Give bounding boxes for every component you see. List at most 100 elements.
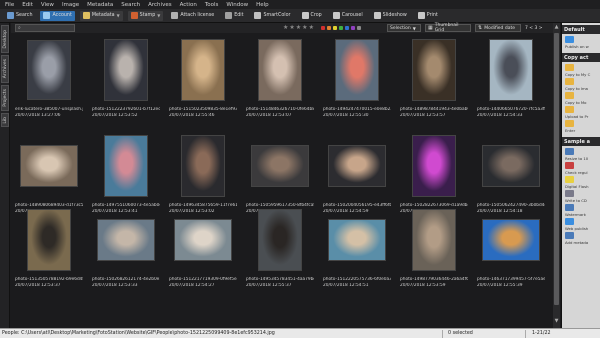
thumbnail-item[interactable]: photo-1512217719309-0f9ef5e3a1f720/07/20…	[169, 204, 237, 298]
action-item[interactable]: Write to CD	[565, 190, 599, 204]
thumbnail-frame[interactable]	[323, 204, 391, 276]
color-label-purple[interactable]	[351, 26, 355, 30]
menu-item-tools[interactable]: Tools	[205, 2, 219, 8]
scroll-down-icon[interactable]: ▼	[554, 319, 559, 324]
star-icon[interactable]: ★	[309, 24, 314, 31]
thumbnail-frame[interactable]	[15, 130, 83, 202]
smartcolor-button[interactable]: SmartColor	[251, 11, 293, 21]
thumbnail-image[interactable]	[335, 39, 379, 101]
star-icon[interactable]: ★	[302, 24, 307, 31]
thumbnail-item[interactable]: photo-1515023509835-8e1ef932f51a20/07/20…	[169, 34, 237, 128]
menu-item-window[interactable]: Window	[226, 2, 248, 8]
stamp-button[interactable]: Stamp ▼	[127, 10, 164, 21]
thumbnail-image[interactable]	[412, 209, 456, 271]
thumbnail-image[interactable]	[482, 219, 540, 261]
thumbnail-item[interactable]: photo-1495345783451-4aa79bc0ff5220/07/20…	[246, 204, 314, 298]
color-label-yellow[interactable]	[333, 26, 337, 30]
star-icon[interactable]: ★	[296, 24, 301, 31]
menu-item-edit[interactable]: Edit	[22, 2, 33, 8]
thumbnail-item[interactable]: photo-1513505788192-b9e6d4f8a7c020/07/20…	[15, 204, 83, 298]
action-item[interactable]: Resize to 10	[565, 148, 599, 162]
thumbnail-image[interactable]	[412, 135, 456, 197]
thumbnail-frame[interactable]	[92, 204, 160, 276]
thumbnail-item[interactable]: photo-1502682612174-4e2b0e1b7aa820/07/20…	[92, 204, 160, 298]
thumbnail-image[interactable]	[258, 39, 302, 101]
star-rating-filter[interactable]: ★ ★ ★ ★ ★	[283, 24, 314, 31]
action-item[interactable]: Copy to Mo	[565, 92, 599, 106]
thumbnail-item[interactable]: photo-1489878441943-4e0bab69f0a820/07/20…	[400, 34, 468, 128]
thumbnail-frame[interactable]	[169, 34, 237, 106]
edit-button[interactable]: Edit	[222, 11, 246, 21]
thumbnail-image[interactable]	[328, 145, 386, 187]
thumbnail-frame[interactable]	[169, 130, 237, 202]
menu-item-action[interactable]: Action	[180, 2, 197, 8]
menu-item-search[interactable]: Search	[121, 2, 140, 8]
thumbnail-image[interactable]	[20, 145, 78, 187]
action-item[interactable]: Copy to Ima	[565, 78, 599, 92]
thumbnail-item[interactable]: photo-1514846326710-0fe64b880c20/07/2018…	[246, 34, 314, 128]
menu-item-file[interactable]: File	[5, 2, 14, 8]
thumbnail-frame[interactable]	[15, 204, 83, 276]
star-icon[interactable]: ★	[289, 24, 294, 31]
search-field[interactable]: ⌕	[15, 24, 75, 32]
actions-section-header[interactable]: Sample a	[562, 137, 600, 146]
search-button[interactable]: Search	[4, 11, 35, 21]
thumbnail-item[interactable]: photo-1463717399457-5f7e5ae3d5c920/07/20…	[477, 204, 545, 298]
thumbnail-item[interactable]: photo-1440665076720-7fc5a3ff76c420/07/20…	[477, 34, 545, 128]
metadata-button[interactable]: Metadata ▼	[79, 10, 123, 21]
scrollbar-thumb[interactable]	[554, 33, 559, 305]
carousel-button[interactable]: Carousel	[330, 11, 366, 21]
menu-item-archives[interactable]: Archives	[148, 2, 171, 8]
action-item[interactable]: Add metada	[565, 232, 599, 246]
thumbnail-image[interactable]	[104, 39, 148, 101]
action-item[interactable]: Digital Flash	[565, 176, 599, 190]
tab-projects[interactable]: Projects	[1, 85, 9, 111]
color-label-orange[interactable]	[327, 26, 331, 30]
slideshow-button[interactable]: Slideshow	[371, 11, 410, 21]
thumbnail-image[interactable]	[181, 39, 225, 101]
page-navigator[interactable]: 7 < 3 >	[523, 24, 551, 32]
selection-dropdown[interactable]: Selection ▼	[387, 24, 421, 32]
action-item[interactable]: Copy to My C	[565, 64, 599, 78]
thumbnail-frame[interactable]	[92, 34, 160, 106]
thumbnail-frame[interactable]	[323, 130, 391, 202]
thumbnail-image[interactable]	[181, 135, 225, 197]
action-item[interactable]: Watermark	[565, 204, 599, 218]
thumbnail-image[interactable]	[27, 40, 71, 100]
thumbnail-image[interactable]	[328, 219, 386, 261]
thumbnail-frame[interactable]	[92, 130, 160, 202]
color-label-gray[interactable]	[357, 26, 361, 30]
tab-archives[interactable]: Archives	[1, 55, 9, 83]
color-label-filter[interactable]	[321, 26, 361, 30]
thumbnail-image[interactable]	[174, 219, 232, 261]
thumbnail-frame[interactable]	[400, 34, 468, 106]
thumbnail-item[interactable]: photo-1494247470015-e0e8b233f0b6a20/07/2…	[323, 34, 391, 128]
action-item[interactable]: Upload to Pr	[565, 106, 599, 120]
grid-scrollbar[interactable]: ▲ ▼	[553, 23, 560, 328]
thumbnail-frame[interactable]	[477, 34, 545, 106]
thumbnail-item[interactable]: photo-1498779036446-2a6a4f6eee6d20/07/20…	[400, 204, 468, 298]
account-button[interactable]: Account	[40, 10, 75, 21]
thumbnail-frame[interactable]	[246, 204, 314, 276]
view-mode-dropdown[interactable]: ▦ Thumbnail Grid	[425, 23, 471, 33]
thumbnail-image[interactable]	[251, 145, 309, 187]
thumbnail-image[interactable]	[482, 145, 540, 187]
thumbnail-image[interactable]	[104, 135, 148, 197]
actions-section-header[interactable]: Default	[562, 25, 600, 34]
action-item[interactable]: Check regul	[565, 162, 599, 176]
thumbnail-frame[interactable]	[246, 34, 314, 106]
crop-button[interactable]: Crop	[299, 11, 325, 21]
actions-section-header[interactable]: Copy act	[562, 53, 600, 62]
attach-license-button[interactable]: Attach license	[168, 11, 217, 21]
action-item[interactable]: Enter	[565, 120, 599, 134]
thumbnail-frame[interactable]	[477, 130, 545, 202]
action-item[interactable]: Web publish	[565, 218, 599, 232]
sort-dropdown[interactable]: ⇅ Modified date	[475, 24, 521, 32]
thumbnail-item[interactable]: erik-lucatero-385007-unsplash.jpg 20/07/2…	[15, 34, 83, 128]
thumbnail-image[interactable]	[258, 209, 302, 271]
menu-item-metadata[interactable]: Metadata	[87, 2, 113, 8]
tab-lib[interactable]: Lib	[1, 113, 9, 127]
action-item[interactable]: Publish on w	[565, 36, 599, 50]
thumbnail-image[interactable]	[412, 39, 456, 101]
thumbnail-image[interactable]	[489, 39, 533, 101]
